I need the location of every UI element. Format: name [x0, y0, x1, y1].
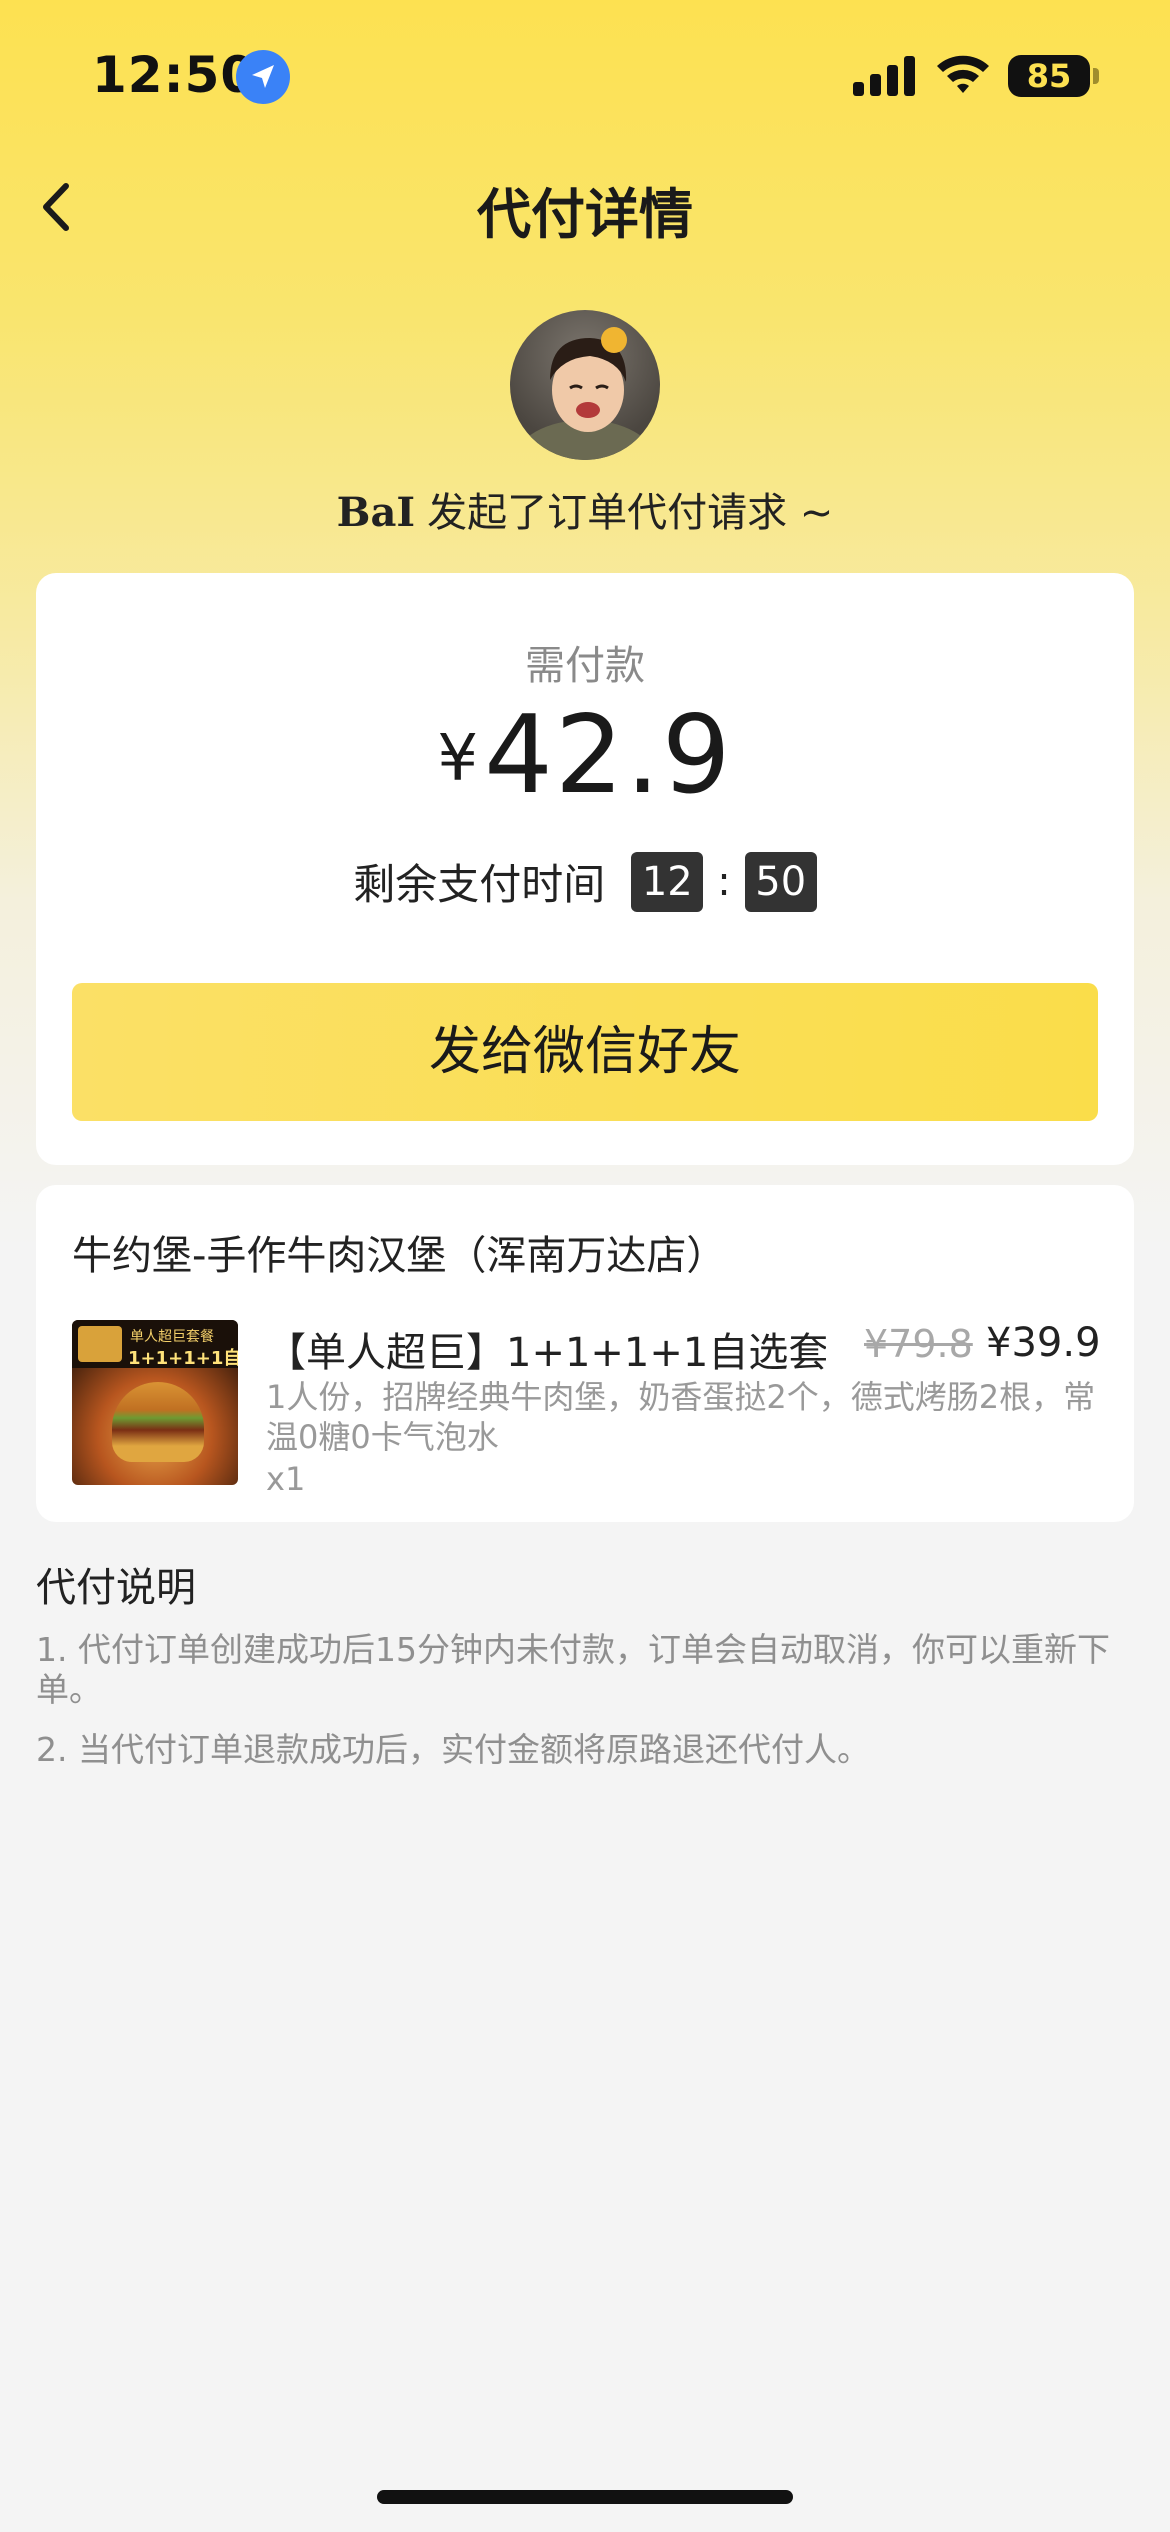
- order-card: 牛约堡-手作牛肉汉堡（浑南万达店） 单人超巨套餐 1+1+1+1自选 【单人超巨…: [36, 1185, 1134, 1522]
- timer-label: 剩余支付时间: [353, 860, 606, 909]
- timer-minutes: 12: [631, 851, 704, 912]
- request-message: BaI 发起了订单代付请求 ~: [0, 480, 1170, 538]
- countdown-timer: 剩余支付时间 12 : 50: [36, 851, 1134, 912]
- original-price: ¥79.8: [864, 1322, 973, 1366]
- note-item: 1. 代付订单创建成功后15分钟内未付款，订单会自动取消，你可以重新下单。: [36, 1630, 1110, 1709]
- product-name: 【单人超巨】1+1+1+1自选套...: [266, 1330, 826, 1376]
- store-name[interactable]: 牛约堡-手作牛肉汉堡（浑南万达店）: [72, 1223, 726, 1281]
- home-indicator[interactable]: [377, 2490, 793, 2504]
- currency-symbol: ¥: [437, 722, 479, 796]
- brand-logo-icon: [78, 1326, 122, 1362]
- product-image-text: 单人超巨套餐: [130, 1329, 214, 1345]
- send-to-wechat-friend-button[interactable]: 发给微信好友: [72, 983, 1098, 1121]
- product-quantity: x1: [266, 1460, 306, 1498]
- product-description: 1人份，招牌经典牛肉堡，奶香蛋挞2个，德式烤肠2根，常温0糖0卡气泡水: [266, 1378, 1096, 1456]
- battery-icon: 85: [1008, 55, 1090, 97]
- note-item: 2. 当代付订单退款成功后，实付金额将原路退还代付人。: [36, 1730, 870, 1769]
- battery-tip: [1093, 68, 1099, 84]
- wifi-icon: [935, 52, 991, 96]
- payment-label: 需付款: [525, 643, 645, 689]
- request-text: 发起了订单代付请求 ~: [427, 490, 834, 536]
- status-time: 12:50: [92, 46, 257, 104]
- cellular-signal-icon: [853, 56, 915, 96]
- location-arrow-icon: [236, 50, 290, 104]
- timer-seconds: 50: [744, 851, 817, 912]
- page-title: 代付详情: [477, 183, 693, 246]
- payment-amount: ¥42.9: [36, 693, 1134, 818]
- product-image-text: 1+1+1+1自选: [128, 1348, 238, 1369]
- notes-title: 代付说明: [36, 1565, 196, 1611]
- amount-value: 42.9: [484, 693, 733, 818]
- payment-card: 需付款 ¥42.9 剩余支付时间 12 : 50 发给微信好友: [36, 573, 1134, 1165]
- burger-icon: [112, 1382, 204, 1462]
- product-image: 单人超巨套餐 1+1+1+1自选: [72, 1320, 238, 1485]
- avatar: [510, 310, 660, 460]
- requester-name: BaI: [336, 489, 416, 536]
- status-bar: 12:50 85: [0, 0, 1170, 150]
- final-price: ¥39.9: [986, 1320, 1101, 1366]
- timer-separator: :: [717, 858, 731, 905]
